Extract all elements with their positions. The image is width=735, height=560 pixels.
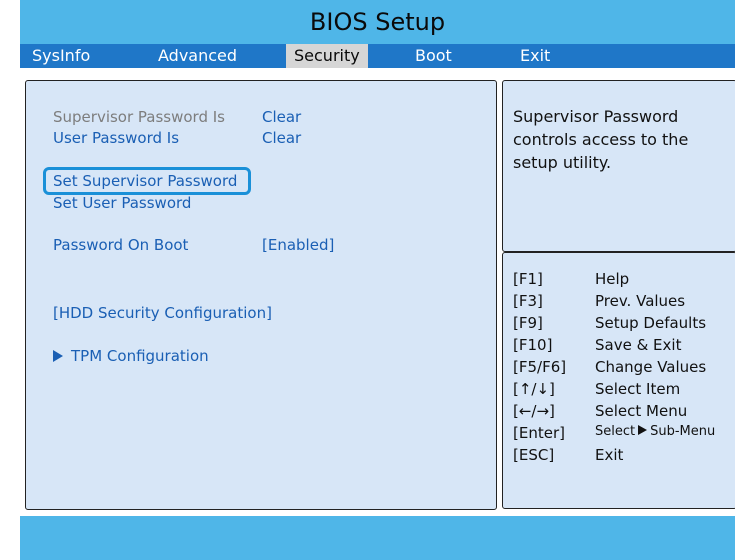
key-label: [F3] — [513, 292, 543, 310]
key-description: Setup Defaults — [595, 314, 707, 332]
key-description: Change Values — [595, 358, 707, 376]
help-panel: Supervisor Password controls access to t… — [502, 80, 735, 252]
key-label: [Enter] — [513, 424, 565, 442]
key-description: Help — [595, 270, 630, 288]
hdd-security-configuration-item[interactable]: [HDD Security Configuration] — [53, 304, 272, 322]
help-text: Supervisor Password controls access to t… — [513, 107, 689, 172]
key-label: [F5/F6] — [513, 358, 567, 376]
title-bar: BIOS Setup — [20, 0, 735, 44]
key-description: Select Sub-Menu — [595, 424, 715, 439]
tab-exit[interactable]: Exit — [520, 44, 550, 68]
key-description: Select Item — [595, 380, 681, 398]
tpm-configuration-label: TPM Configuration — [71, 347, 209, 365]
tpm-configuration-item[interactable]: TPM Configuration — [53, 347, 209, 365]
status-bar — [20, 516, 735, 560]
content-area: Supervisor Password Is Clear User Passwo… — [20, 68, 735, 510]
tab-sysinfo[interactable]: SysInfo — [32, 44, 90, 68]
security-settings-panel: Supervisor Password Is Clear User Passwo… — [25, 80, 497, 510]
submenu-arrow-icon — [53, 350, 63, 362]
key-label: [↑/↓] — [513, 380, 555, 398]
key-description-prefix: Select — [595, 424, 636, 439]
user-password-status-value: Clear — [262, 129, 302, 147]
supervisor-password-status-label: Supervisor Password Is — [53, 108, 225, 126]
key-description-suffix: Sub-Menu — [650, 424, 716, 439]
password-on-boot-value[interactable]: [Enabled] — [262, 236, 334, 254]
key-description: Prev. Values — [595, 292, 686, 310]
window-title: BIOS Setup — [309, 8, 446, 36]
key-legend-panel: [F1] Help [F3] Prev. Values [F9] Setup D… — [502, 252, 735, 509]
key-label: [F10] — [513, 336, 553, 354]
key-description: Save & Exit — [595, 336, 682, 354]
tab-advanced[interactable]: Advanced — [158, 44, 237, 68]
key-label: [F9] — [513, 314, 543, 332]
submenu-arrow-icon — [638, 425, 648, 435]
key-label: [F1] — [513, 270, 543, 288]
tab-boot[interactable]: Boot — [415, 44, 452, 68]
supervisor-password-status-value: Clear — [262, 108, 302, 126]
password-on-boot-item[interactable]: Password On Boot — [53, 236, 188, 254]
key-label: [ESC] — [513, 446, 555, 464]
key-description: Select Menu — [595, 402, 688, 420]
set-supervisor-password-item[interactable]: Set Supervisor Password — [53, 172, 237, 190]
user-password-status-label: User Password Is — [53, 129, 180, 147]
menu-bar: SysInfo Advanced Security Boot Exit — [20, 44, 735, 68]
tab-security[interactable]: Security — [286, 44, 368, 68]
key-label: [←/→] — [513, 402, 555, 420]
key-description: Exit — [595, 446, 624, 464]
set-user-password-item[interactable]: Set User Password — [53, 194, 191, 212]
